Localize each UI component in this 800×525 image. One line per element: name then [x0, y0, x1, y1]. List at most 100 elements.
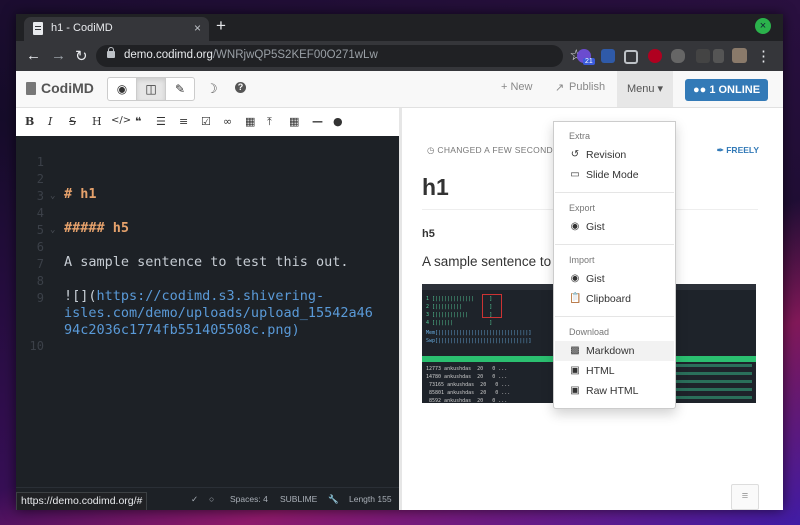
menu-section-header: Import — [569, 255, 595, 265]
markdown-editor[interactable]: 1 2 3 ⌄ 4 5 ⌄ 6 7 8 9 10 # h1 ##### h5 A… — [16, 136, 399, 510]
line-number: 2 — [36, 172, 44, 186]
code-line: A sample sentence to test this out. — [64, 254, 349, 270]
menu-item-markdown[interactable]: ▩ Markdown — [555, 341, 674, 361]
pocket-icon[interactable] — [624, 50, 638, 64]
fold-arrow-icon[interactable]: ⌄ — [50, 225, 55, 235]
ublock-icon[interactable] — [648, 49, 662, 63]
publish-button[interactable]: Publish — [569, 81, 605, 93]
comment-icon[interactable]: ● — [333, 115, 343, 128]
line-number: 3 — [36, 189, 44, 203]
eye-icon: ◉ — [116, 82, 128, 96]
browser-menu-icon[interactable]: ⋮ — [756, 47, 771, 65]
file-text-icon: ▩ — [570, 345, 580, 356]
upload-icon[interactable]: ⤒ — [267, 115, 272, 129]
menu-section-header: Extra — [569, 131, 591, 141]
ordered-list-icon[interactable]: ≡ — [179, 115, 188, 128]
edit-mode-button[interactable]: ✎ — [165, 77, 195, 101]
help-icon[interactable]: ? — [235, 82, 246, 93]
toc-toggle-icon[interactable]: ≡ — [731, 484, 759, 510]
menu-item-export-gist[interactable]: ◉ Gist — [555, 217, 674, 237]
both-mode-button[interactable]: ◫ — [136, 77, 166, 101]
document-icon — [33, 22, 43, 35]
spaces-setting[interactable]: Spaces: 4 — [230, 494, 268, 504]
line-number: 6 — [36, 240, 44, 254]
heading-icon[interactable]: H — [92, 115, 102, 128]
bitwarden-icon[interactable] — [601, 49, 615, 63]
link-icon[interactable]: ∞ — [223, 115, 232, 128]
checkbox-icon[interactable]: ☑ — [201, 115, 211, 128]
extension-icon[interactable] — [713, 49, 724, 63]
close-tab-icon[interactable]: × — [194, 21, 201, 35]
line-number: 5 — [36, 223, 44, 237]
menu-section-header: Export — [569, 203, 596, 213]
avatar[interactable] — [732, 48, 747, 63]
line-number: 8 — [36, 274, 44, 288]
code-icon[interactable]: </> — [111, 115, 131, 126]
tv-icon: ▭ — [570, 169, 580, 180]
table-icon[interactable]: ▦ — [289, 115, 299, 128]
columns-icon: ◫ — [145, 82, 157, 96]
menu-divider — [555, 316, 674, 317]
menu-item-html[interactable]: ▣ HTML — [555, 361, 674, 381]
quote-icon[interactable]: ❝ — [135, 115, 141, 128]
github-icon: ◉ — [570, 221, 580, 232]
menu-item-slide-mode[interactable]: ▭ Slide Mode — [555, 165, 674, 185]
file-icon — [26, 82, 36, 95]
clipboard-icon: 📋 — [569, 293, 582, 304]
menu-item-revision[interactable]: ↺ Revision — [555, 145, 674, 165]
keymap-setting[interactable]: SUBLIME — [280, 494, 317, 504]
new-tab-button[interactable]: + — [216, 16, 226, 36]
line-number: 10 — [29, 339, 44, 353]
check-icon: ✓ — [191, 494, 199, 504]
italic-icon[interactable]: I — [48, 115, 52, 128]
menu-item-raw-html[interactable]: ▣ Raw HTML — [555, 381, 674, 401]
codimd-navbar: CodiMD ◉ ◫ ✎ ☽ ? + New ↗ Publish Menu ▾ … — [16, 71, 783, 108]
menu-item-import-gist[interactable]: ◉ Gist — [555, 269, 674, 289]
extension-icon[interactable] — [671, 49, 685, 63]
image-icon[interactable]: ▦ — [245, 115, 255, 128]
history-icon: ↺ — [570, 149, 580, 160]
url-text: demo.codimd.org/WNRjwQP5S2KEF00O271wLw — [124, 49, 378, 61]
code-line: isles.com/demo/uploads/upload_15542a46 — [64, 305, 373, 321]
fold-arrow-icon[interactable]: ⌄ — [50, 191, 55, 201]
browser-tab[interactable]: h1 - CodiMD × — [24, 17, 209, 41]
code-line: # h1 — [64, 186, 97, 202]
list-icon[interactable]: ☰ — [156, 115, 166, 128]
github-icon: ◉ — [570, 273, 580, 284]
window-close-button[interactable]: × — [755, 18, 771, 34]
bold-icon[interactable]: B — [25, 115, 34, 128]
circle-icon: ○ — [209, 494, 215, 504]
tab-bar: h1 - CodiMD × + × — [16, 14, 783, 41]
line-number: 4 — [36, 206, 44, 220]
length-indicator: Length 155 — [349, 494, 392, 504]
night-mode-icon[interactable]: ☽ — [206, 81, 218, 97]
extension-icon[interactable] — [696, 49, 710, 63]
preview-paragraph: A sample sentence to te — [422, 254, 567, 269]
url-input[interactable]: demo.codimd.org/WNRjwQP5S2KEF00O271wLw ☆ — [96, 45, 583, 67]
back-arrow-icon[interactable]: ← — [26, 47, 41, 64]
lock-icon — [107, 47, 115, 58]
preview-heading-h5: h5 — [422, 228, 435, 240]
share-icon: ↗ — [555, 82, 565, 94]
line-number: 7 — [36, 257, 44, 271]
horizontal-line-icon[interactable]: — — [312, 115, 323, 128]
reload-icon[interactable]: ↻ — [75, 47, 88, 65]
file-code-icon: ▣ — [570, 385, 580, 396]
permission-link[interactable]: ✒ FREELY — [717, 145, 759, 156]
address-bar: ← → ↻ demo.codimd.org/WNRjwQP5S2KEF00O27… — [16, 41, 783, 71]
menu-dropdown-button[interactable]: Menu ▾ — [617, 71, 673, 107]
extension-badge: 21 — [583, 58, 595, 65]
wrench-icon[interactable]: 🔧 — [328, 494, 339, 505]
new-note-button[interactable]: + New — [501, 81, 533, 93]
menu-item-clipboard[interactable]: 📋 Clipboard — [555, 289, 674, 309]
line-number: 1 — [36, 155, 44, 169]
line-number: 9 — [36, 291, 44, 305]
forward-arrow-icon[interactable]: → — [51, 47, 66, 64]
brand-logo[interactable]: CodiMD — [26, 80, 94, 96]
online-users-button[interactable]: ●● 1 ONLINE — [685, 79, 768, 101]
strikethrough-icon[interactable]: S — [69, 115, 76, 128]
view-mode-button[interactable]: ◉ — [107, 77, 137, 101]
editor-toolbar: B I S H </> ❝ ☰ ≡ ☑ ∞ ▦ ⤒ ▦ — ● — [16, 108, 399, 137]
code-line: 94c2036c1774fb551405508c.png) — [64, 322, 300, 338]
menu-divider — [555, 244, 674, 245]
